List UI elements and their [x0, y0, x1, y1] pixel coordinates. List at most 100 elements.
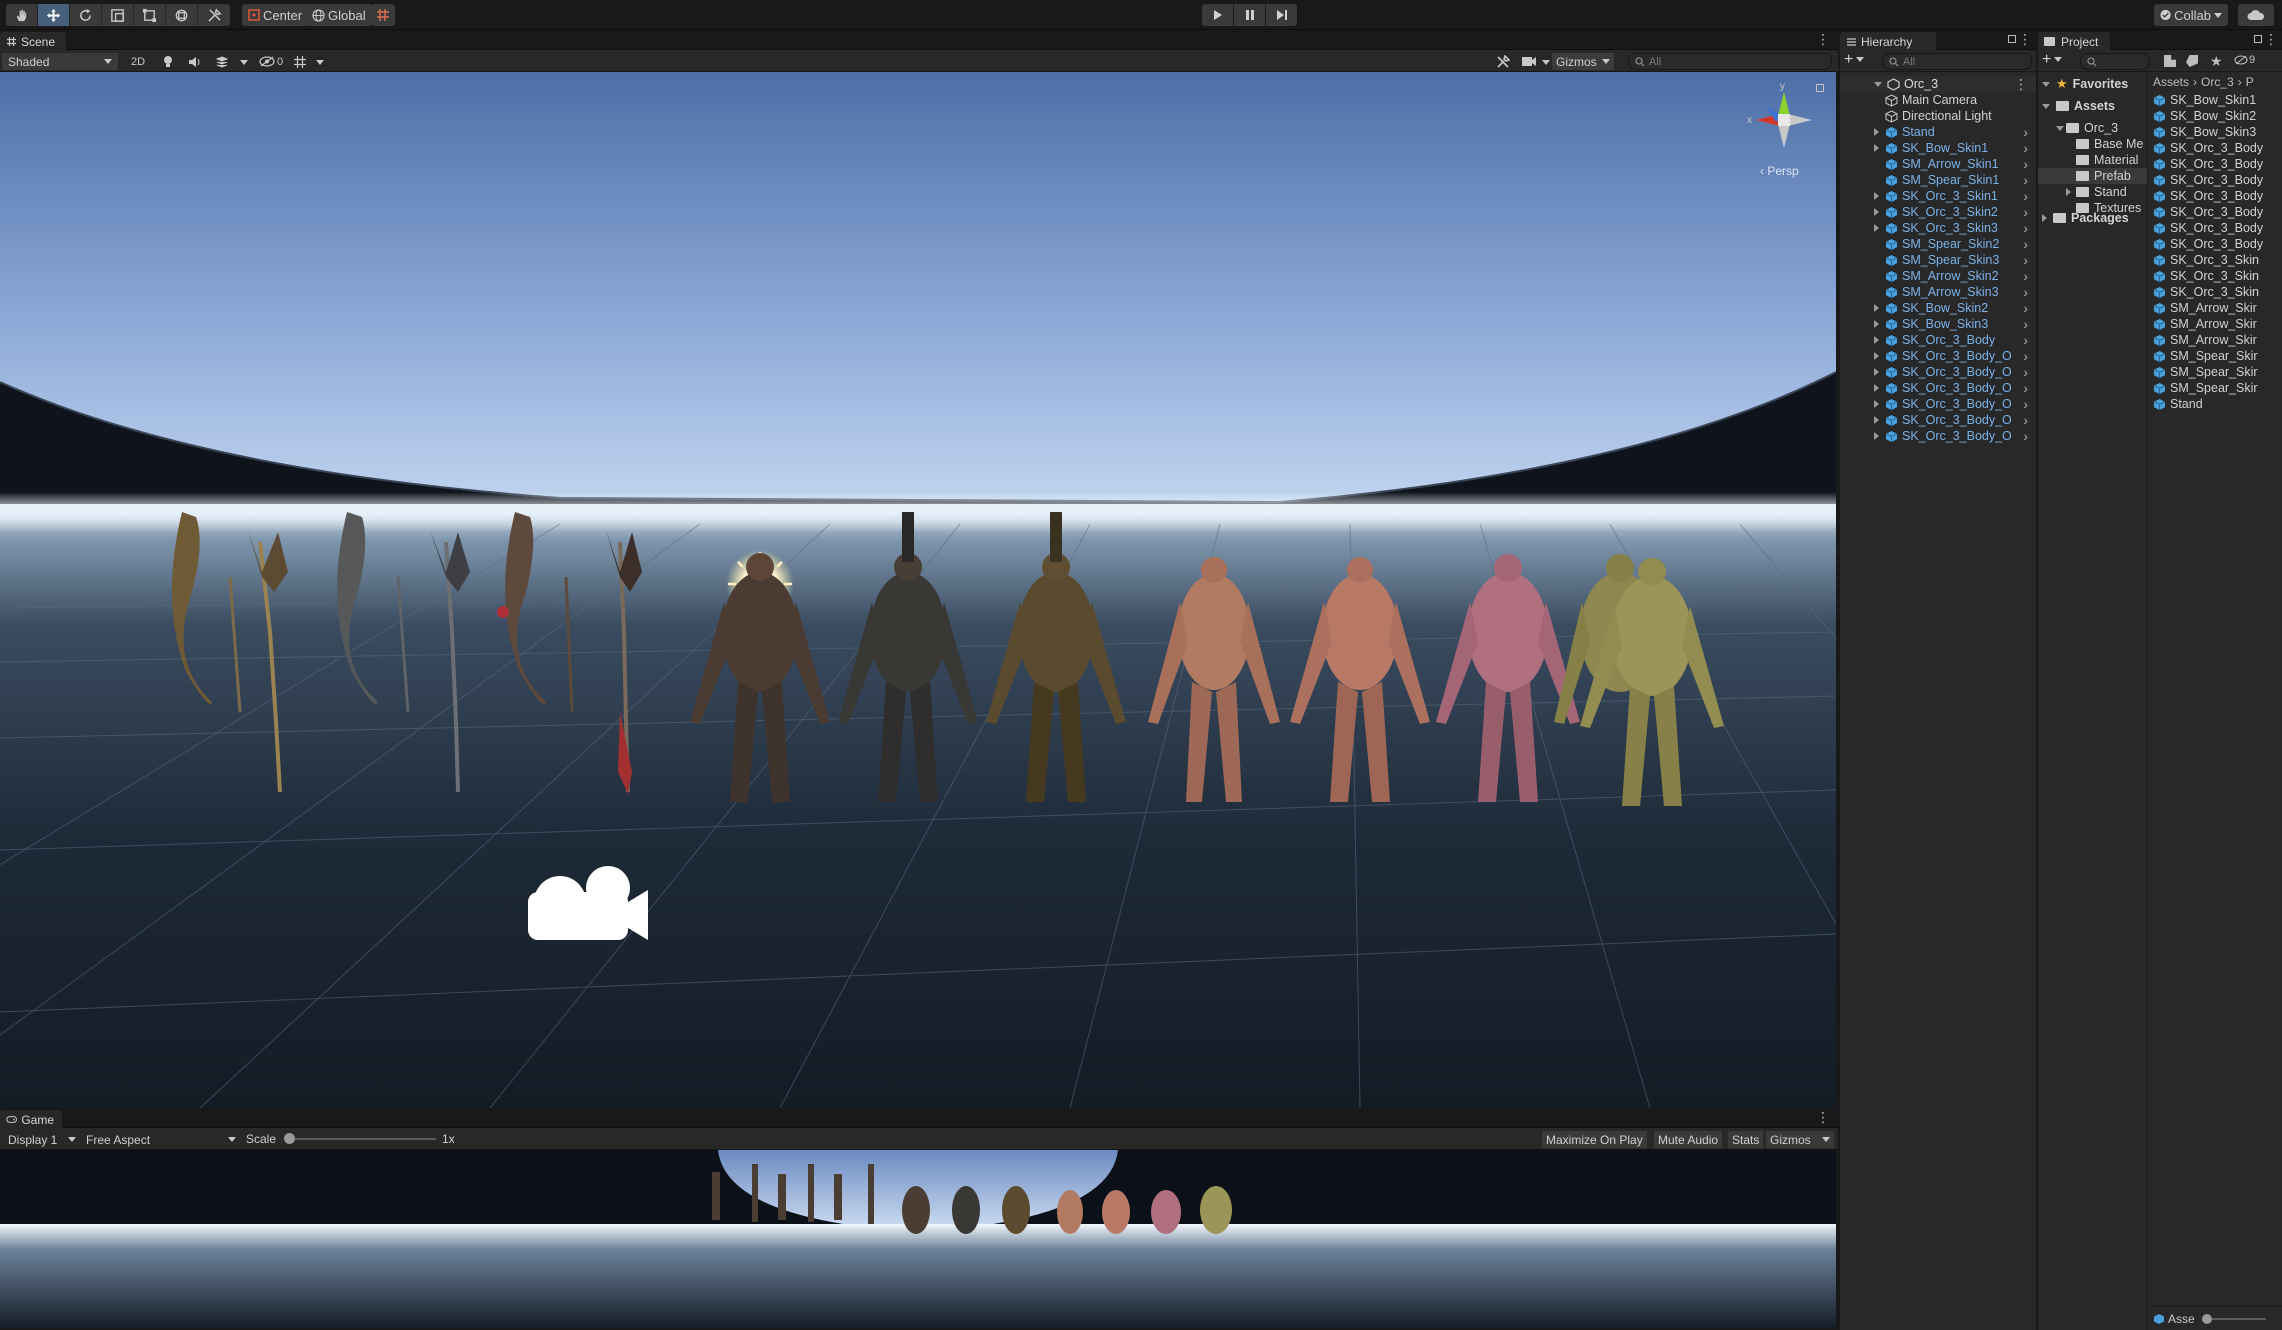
- chevron-right-icon[interactable]: [1874, 208, 1879, 216]
- chevron-right-icon[interactable]: [2042, 214, 2047, 222]
- project-search-input[interactable]: [2080, 53, 2150, 70]
- asset-item[interactable]: SM_Spear_Skir: [2153, 364, 2258, 380]
- project-menu-icon[interactable]: ⋮: [2264, 32, 2278, 46]
- hierarchy-item[interactable]: SK_Bow_Skin2 ›: [1840, 300, 2036, 316]
- tab-scene[interactable]: Scene: [0, 32, 66, 50]
- asset-item[interactable]: SK_Bow_Skin2: [2153, 108, 2256, 124]
- icon-size-slider[interactable]: [2201, 1313, 2266, 1324]
- folder-tree-item[interactable]: Base Me: [2066, 136, 2147, 152]
- breadcrumb-item[interactable]: Orc_3: [2201, 75, 2234, 89]
- camera-settings-icon[interactable]: [1520, 54, 1538, 69]
- asset-item[interactable]: Stand: [2153, 396, 2203, 412]
- chevron-right-icon[interactable]: [1874, 352, 1879, 360]
- hierarchy-item[interactable]: SM_Spear_Skin1 ›: [1840, 172, 2036, 188]
- asset-item[interactable]: SK_Bow_Skin1: [2153, 92, 2256, 108]
- open-prefab-chevron-icon[interactable]: ›: [2023, 172, 2028, 188]
- rect-tool-icon[interactable]: [134, 4, 166, 26]
- pivot-toggle[interactable]: Center: [242, 4, 309, 26]
- breadcrumb-item[interactable]: Assets: [2153, 75, 2189, 89]
- mode-2d-toggle[interactable]: 2D: [126, 54, 150, 69]
- maximize-on-play-toggle[interactable]: Maximize On Play: [1542, 1131, 1647, 1148]
- scene-search-input[interactable]: All: [1628, 53, 1832, 70]
- scale-slider-track[interactable]: [286, 1138, 436, 1140]
- asset-item[interactable]: SK_Orc_3_Skin: [2153, 252, 2259, 268]
- tools-icon[interactable]: [1494, 54, 1512, 69]
- game-gizmos-dropdown[interactable]: Gizmos: [1766, 1131, 1834, 1148]
- custom-tool-icon[interactable]: [198, 4, 230, 26]
- pause-button[interactable]: [1234, 4, 1265, 26]
- asset-item[interactable]: SK_Orc_3_Body: [2153, 204, 2263, 220]
- play-button[interactable]: [1202, 4, 1233, 26]
- asset-item[interactable]: SK_Orc_3_Skin: [2153, 284, 2259, 300]
- cloud-button[interactable]: [2238, 4, 2274, 26]
- asset-item[interactable]: SK_Orc_3_Skin: [2153, 268, 2259, 284]
- hierarchy-item[interactable]: SK_Orc_3_Body ›: [1840, 332, 2036, 348]
- chevron-down-icon[interactable]: [240, 60, 248, 65]
- snap-toggle[interactable]: [371, 4, 395, 26]
- open-prefab-chevron-icon[interactable]: ›: [2023, 428, 2028, 444]
- open-prefab-chevron-icon[interactable]: ›: [2023, 156, 2028, 172]
- hierarchy-item[interactable]: SK_Bow_Skin1 ›: [1840, 140, 2036, 156]
- open-prefab-chevron-icon[interactable]: ›: [2023, 412, 2028, 428]
- game-panel-menu-icon[interactable]: ⋮: [1816, 1110, 1830, 1124]
- asset-item[interactable]: SK_Orc_3_Body: [2153, 188, 2263, 204]
- grid-toggle-icon[interactable]: [292, 54, 308, 69]
- tab-hierarchy[interactable]: Hierarchy: [1840, 32, 1936, 50]
- hierarchy-item[interactable]: SK_Orc_3_Body_O ›: [1840, 412, 2036, 428]
- open-prefab-chevron-icon[interactable]: ›: [2023, 284, 2028, 300]
- open-prefab-chevron-icon[interactable]: ›: [2023, 364, 2028, 380]
- hierarchy-item[interactable]: Stand ›: [1840, 124, 2036, 140]
- audio-toggle-icon[interactable]: [186, 54, 202, 69]
- open-prefab-chevron-icon[interactable]: ›: [2023, 140, 2028, 156]
- folder-tree-item[interactable]: Prefab: [2038, 168, 2147, 184]
- hierarchy-item[interactable]: SM_Spear_Skin2 ›: [1840, 236, 2036, 252]
- scene-gizmos-dropdown[interactable]: Gizmos: [1552, 53, 1614, 70]
- orientation-gizmo[interactable]: y x: [1744, 80, 1824, 170]
- chevron-right-icon[interactable]: [1874, 416, 1879, 424]
- chevron-down-icon[interactable]: [2042, 81, 2050, 87]
- asset-item[interactable]: SK_Orc_3_Body: [2153, 236, 2263, 252]
- hierarchy-item[interactable]: Main Camera: [1840, 92, 2036, 108]
- chevron-down-icon[interactable]: [2056, 125, 2064, 131]
- chevron-right-icon[interactable]: [1874, 304, 1879, 312]
- open-prefab-chevron-icon[interactable]: ›: [2023, 188, 2028, 204]
- create-button[interactable]: +: [1844, 52, 1865, 68]
- aspect-dropdown[interactable]: Free Aspect: [80, 1131, 238, 1148]
- chevron-down-icon[interactable]: [1874, 81, 1882, 87]
- hierarchy-item[interactable]: Directional Light: [1840, 108, 2036, 124]
- asset-item[interactable]: SM_Arrow_Skir: [2153, 316, 2257, 332]
- tab-project[interactable]: Project: [2038, 32, 2110, 50]
- hierarchy-menu-icon[interactable]: ⋮: [2018, 32, 2032, 46]
- chevron-right-icon[interactable]: [1874, 144, 1879, 152]
- hierarchy-item[interactable]: SK_Orc_3_Skin3 ›: [1840, 220, 2036, 236]
- move-tool-icon[interactable]: [38, 4, 70, 26]
- scale-slider-thumb[interactable]: [284, 1133, 295, 1144]
- asset-item[interactable]: SK_Orc_3_Body: [2153, 140, 2263, 156]
- hierarchy-item[interactable]: SM_Arrow_Skin1 ›: [1840, 156, 2036, 172]
- hand-tool-icon[interactable]: [6, 4, 38, 26]
- hierarchy-item[interactable]: SM_Arrow_Skin2 ›: [1840, 268, 2036, 284]
- hierarchy-item[interactable]: SK_Orc_3_Skin2 ›: [1840, 204, 2036, 220]
- mute-audio-toggle[interactable]: Mute Audio: [1654, 1131, 1723, 1148]
- asset-item[interactable]: SK_Bow_Skin3: [2153, 124, 2256, 140]
- chevron-down-icon[interactable]: [2042, 103, 2050, 109]
- hierarchy-item[interactable]: SM_Arrow_Skin3 ›: [1840, 284, 2036, 300]
- asset-item[interactable]: SM_Spear_Skir: [2153, 380, 2258, 396]
- chevron-right-icon[interactable]: [1874, 400, 1879, 408]
- asset-item[interactable]: SM_Spear_Skir: [2153, 348, 2258, 364]
- open-prefab-chevron-icon[interactable]: ›: [2023, 348, 2028, 364]
- scene-panel-menu-icon[interactable]: ⋮: [1816, 32, 1830, 46]
- chevron-right-icon[interactable]: [1874, 368, 1879, 376]
- lock-icon[interactable]: [1816, 84, 1824, 92]
- transform-tool-icon[interactable]: [166, 4, 198, 26]
- effects-toggle-icon[interactable]: [214, 54, 230, 69]
- persp-label[interactable]: ‹ Persp: [1760, 164, 1799, 178]
- asset-item[interactable]: SM_Arrow_Skir: [2153, 300, 2257, 316]
- open-prefab-chevron-icon[interactable]: ›: [2023, 316, 2028, 332]
- asset-item[interactable]: SK_Orc_3_Body: [2153, 156, 2263, 172]
- folder-tree-item[interactable]: Stand: [2066, 184, 2147, 200]
- hierarchy-item[interactable]: SK_Orc_3_Skin1 ›: [1840, 188, 2036, 204]
- chevron-down-icon[interactable]: [1542, 60, 1550, 65]
- folder-tree-item[interactable]: Orc_3: [2056, 120, 2147, 136]
- open-prefab-chevron-icon[interactable]: ›: [2023, 268, 2028, 284]
